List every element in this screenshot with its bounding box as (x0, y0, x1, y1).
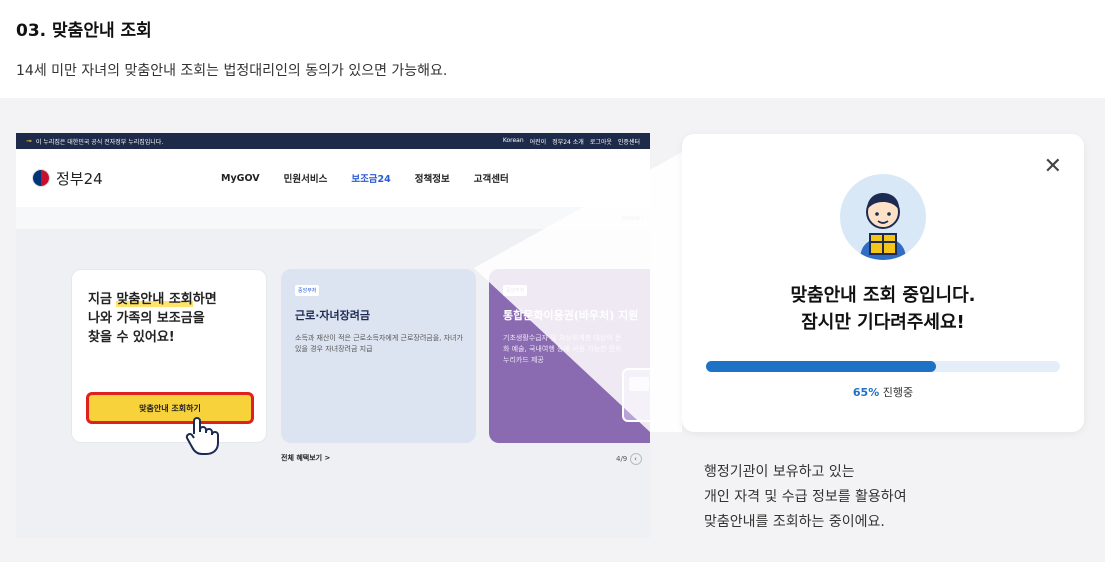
website-screenshot: ⊸ 이 누리집은 대한민국 공식 전자정부 누리집입니다. Korean 어린이… (16, 133, 650, 538)
category-badge: 중앙부처 (295, 285, 320, 296)
utility-link[interactable]: 로그아웃 (590, 137, 612, 146)
benefit-body: 기초생활수급자 및 차상위계층 대상의 문화 예술, 국내여행 등에 사용 가능… (503, 334, 622, 364)
nav-item-policy[interactable]: 정책정보 (415, 171, 450, 185)
nav-item-customer-center[interactable]: 고객센터 (474, 171, 509, 185)
guide-page: 03. 맞춤안내 조회 14세 미만 자녀의 맞춤안내 조회는 법정대리인의 동… (0, 0, 1105, 562)
intro-card: 지금 맞춤안내 조회하면 나와 가족의 보조금을 찾을 수 있어요! 맞춤안내 … (71, 269, 267, 455)
benefit-card-earned-income[interactable]: 중앙부처 근로·자녀장려금 소득과 재산이 적은 근로소득자에게 근로장려금을,… (281, 269, 476, 443)
taegeuk-logo-icon (32, 169, 50, 187)
intro-text: 지금 맞춤안내 조회하면 나와 가족의 보조금을 찾을 수 있어요! (88, 292, 217, 345)
prev-arrow-icon[interactable]: ‹ (629, 453, 642, 465)
benefit-title: 근로·자녀장려금 (295, 309, 371, 322)
carousel-pager: 4/9 ‹ (616, 453, 642, 465)
breadcrumb: Home › (16, 207, 650, 229)
custom-guide-lookup-button[interactable]: 맞춤안내 조회하기 (86, 392, 254, 424)
loading-message: 맞춤안내 조회 중입니다. 잠시만 기다려주세요! (790, 285, 976, 333)
utility-link[interactable]: 어린이 (530, 137, 547, 146)
utility-link[interactable]: 정부24 소개 (552, 137, 584, 146)
progress-modal: ✕ 맞춤안내 조회 중입니다. 잠시만 기다려주세요! 65% 진행중 (682, 134, 1084, 432)
progress-bar-fill (706, 361, 937, 372)
progress-bar (706, 361, 1060, 372)
explanation-text: 행정기관이 보유하고 있는 개인 자격 및 수급 정보를 활용하여 맞춤안내를 … (704, 464, 907, 530)
gov-topbar: ⊸ 이 누리집은 대한민국 공식 전자정부 누리집입니다. Korean 어린이… (16, 133, 650, 149)
pointer-hand-icon (184, 416, 222, 464)
nav-item-mygov[interactable]: MyGOV (221, 173, 260, 184)
logo-text: 정부24 (56, 169, 103, 188)
main-nav: MyGOV 민원서비스 보조금24 정책정보 고객센터 (221, 149, 509, 207)
benefit-body: 소득과 재산이 적은 근로소득자에게 근로장려금을, 자녀가 있을 경우 자녀장… (295, 334, 463, 353)
category-badge: 중앙부처 (503, 285, 528, 296)
topbar-notice: 이 누리집은 대한민국 공식 전자정부 누리집입니다. (35, 138, 164, 146)
view-all-benefits-link[interactable]: 전체 혜택보기 > (281, 453, 330, 463)
close-icon[interactable]: ✕ (1044, 156, 1062, 178)
site-logo[interactable]: 정부24 (32, 168, 103, 189)
benefit-card-culture-voucher[interactable]: 중앙부처 통합문화이용권(바우처) 지원 기초생활수급자 및 차상위계층 대상의… (489, 269, 650, 443)
progress-text: 65% 진행중 (852, 386, 914, 399)
section-description: 14세 미만 자녀의 맞춤안내 조회는 법정대리인의 동의가 있으면 가능해요. (16, 63, 448, 79)
benefit-title: 통합문화이용권(바우처) 지원 (503, 309, 639, 322)
nav-item-civil-service[interactable]: 민원서비스 (284, 171, 328, 185)
agent-avatar-icon (840, 174, 926, 260)
utility-link[interactable]: 인증센터 (618, 137, 640, 146)
section-title: 03. 맞춤안내 조회 (16, 21, 152, 41)
nav-item-subsidy24[interactable]: 보조금24 (351, 171, 390, 185)
card-illustration-icon (622, 368, 650, 422)
utility-link[interactable]: Korean (503, 137, 524, 146)
utility-links: Korean 어린이 정부24 소개 로그아웃 인증센터 (503, 137, 640, 146)
site-header: 정부24 MyGOV 민원서비스 보조금24 정책정보 고객센터 (16, 149, 650, 207)
gov-emblem-icon: ⊸ (26, 137, 32, 145)
